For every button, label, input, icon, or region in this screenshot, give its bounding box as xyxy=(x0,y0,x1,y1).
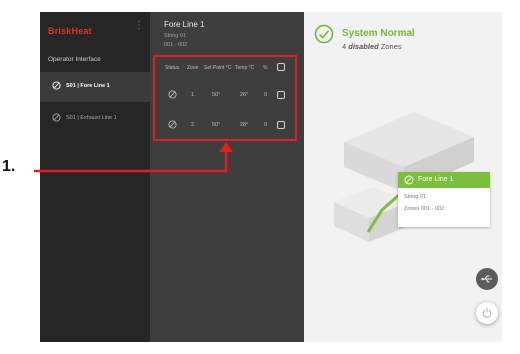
callout-arrow xyxy=(34,142,233,173)
callout-number: 1. xyxy=(2,158,16,175)
